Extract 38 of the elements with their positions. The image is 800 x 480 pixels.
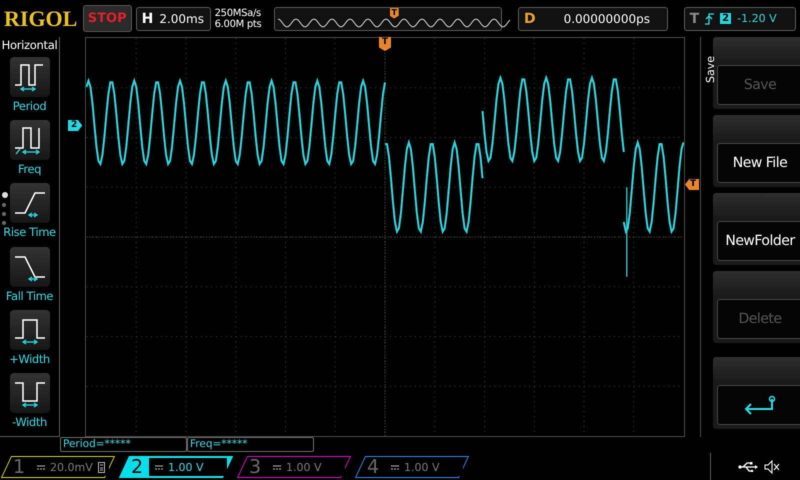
sample-rate: 250MSa/s (214, 8, 262, 18)
channel-tab[interactable]: 4 1.00 V (354, 456, 470, 478)
measure-option[interactable]: Freq (0, 120, 60, 184)
trigger-position-marker: T (390, 8, 399, 18)
measure-option[interactable]: -Width (0, 372, 60, 436)
trigger-display[interactable]: T 2 -1.20 V (684, 6, 796, 30)
channel-tab[interactable]: 1 20.0mV (0, 456, 116, 478)
mute-icon (764, 460, 780, 474)
measure-option[interactable]: Period (0, 57, 60, 120)
coupling-icon (273, 464, 281, 469)
trigger-source: 2 (720, 13, 732, 24)
coupling-icon (37, 464, 45, 469)
softkey[interactable]: NewFolder (713, 193, 800, 265)
return-icon (742, 395, 778, 415)
timebase-display[interactable]: H 2.00ms (136, 6, 211, 30)
channel-tab[interactable]: 2 1.00 V (118, 456, 234, 478)
measure-option[interactable]: +Width (0, 310, 60, 373)
delay-display[interactable]: D 0.00000000ps (518, 6, 668, 30)
usb-icon (738, 462, 758, 472)
coupling-icon (155, 464, 163, 469)
measure-option[interactable]: Rise Time (0, 183, 60, 247)
trigger-marker: T (379, 37, 391, 51)
channel-marker: 2 (68, 120, 82, 131)
bandwidth-limit-icon (98, 461, 105, 472)
return-softkey[interactable] (713, 357, 800, 429)
trigger-level: -1.20 V (737, 12, 777, 25)
rising-edge-icon (705, 12, 714, 24)
overview-wave-icon (278, 18, 510, 28)
memory-depth: 6.00M pts (214, 18, 262, 30)
measurement-readout: Freq=***** (187, 437, 314, 452)
menu-title: Horizontal (2, 38, 58, 52)
channel-tab[interactable]: 3 1.00 V (236, 456, 352, 478)
measurement-readout: Period=***** (60, 437, 187, 452)
trigger-level-marker: T (685, 179, 700, 190)
softkey[interactable]: New File (713, 115, 800, 187)
brand-logo: RIGOL (4, 6, 78, 32)
coupling-icon (391, 464, 399, 469)
measure-option[interactable]: Fall Time (0, 246, 60, 310)
